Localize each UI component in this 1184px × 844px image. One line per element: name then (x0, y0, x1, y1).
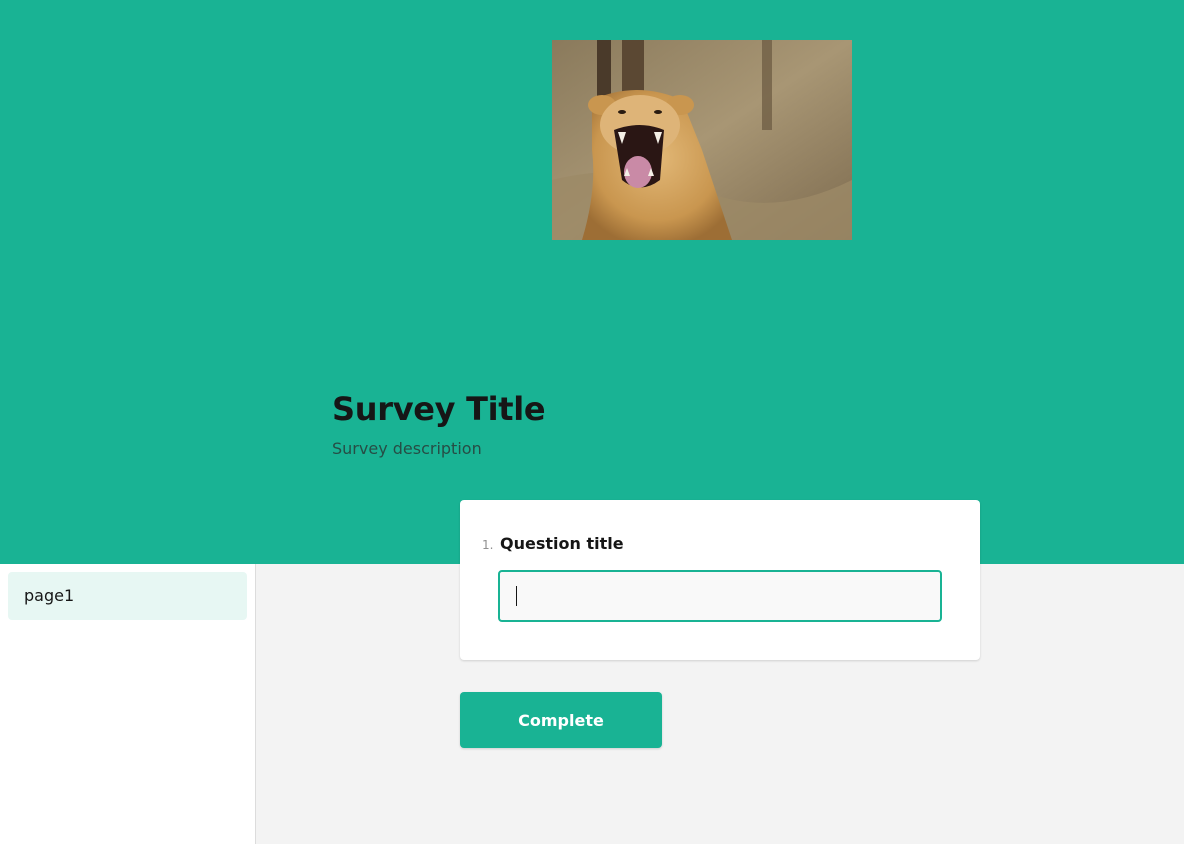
question-text-input[interactable] (498, 570, 942, 622)
question-card: 1. Question title (460, 500, 980, 660)
survey-header: Survey Title Survey description (0, 0, 1184, 564)
survey-description: Survey description (332, 439, 482, 458)
question-number: 1. (482, 538, 494, 552)
sidebar-item-page1[interactable]: page1 (8, 572, 247, 620)
survey-title: Survey Title (332, 390, 546, 428)
survey-logo-image (552, 40, 852, 240)
question-title: Question title (500, 534, 624, 553)
text-cursor (516, 586, 517, 606)
page-navigation-sidebar: page1 (0, 564, 256, 844)
complete-button[interactable]: Complete (460, 692, 662, 748)
